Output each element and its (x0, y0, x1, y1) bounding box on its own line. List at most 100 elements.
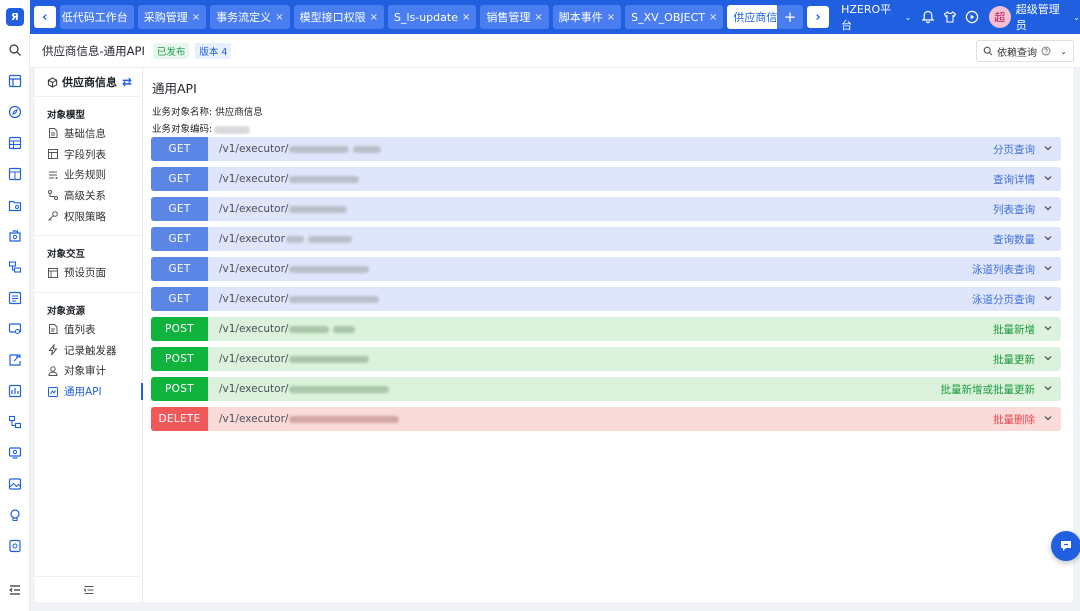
sidebar-item-value-list[interactable]: 值列表 (47, 319, 130, 340)
tab-8[interactable]: 供应商信息× (727, 5, 778, 29)
api-path-redacted (289, 265, 370, 273)
sidebar-group: 对象交互 预设页面 (35, 246, 142, 283)
sidebar-item-page[interactable]: 预设页面 (47, 262, 130, 283)
rail-monitor[interactable] (0, 313, 30, 344)
shirt-icon[interactable] (941, 8, 959, 26)
api-row[interactable]: POST/v1/executor/批量新增或批量更新 (151, 377, 1061, 401)
api-row[interactable]: POST/v1/executor/批量更新 (151, 347, 1061, 371)
rail-form[interactable] (0, 282, 30, 313)
rail-search[interactable] (0, 34, 30, 65)
bell-icon[interactable] (919, 8, 937, 26)
rail-menu-toggle[interactable] (0, 574, 30, 605)
rail-dashboard[interactable] (0, 65, 30, 96)
tab-1[interactable]: 采购管理 × (137, 5, 207, 29)
close-icon[interactable]: × (192, 12, 200, 23)
rail-image[interactable] (0, 468, 30, 499)
tab-label: S_ls-update (393, 10, 458, 24)
api-path: /v1/executor/ (219, 263, 370, 275)
close-icon[interactable]: × (709, 12, 717, 23)
tabs-prev-button[interactable]: ‹ (33, 6, 56, 28)
sidebar-item-relation[interactable]: 高级关系 (47, 185, 130, 206)
rail-plugin[interactable] (0, 499, 30, 530)
chevron-down-icon[interactable] (1043, 203, 1053, 216)
chevron-down-icon[interactable] (1043, 383, 1053, 396)
rail-screen[interactable] (0, 437, 30, 468)
chevron-down-icon[interactable] (1043, 263, 1053, 276)
chevron-down-icon[interactable] (1043, 323, 1053, 336)
close-icon[interactable]: × (370, 12, 378, 23)
rail-chart[interactable] (0, 375, 30, 406)
chevron-down-icon[interactable] (1043, 293, 1053, 306)
rail-grid[interactable] (0, 158, 30, 189)
collapse-sidebar-button[interactable] (35, 576, 143, 602)
tab-3[interactable]: 模型接口权限 × (293, 5, 384, 29)
tab-2[interactable]: 事务流定义 × (210, 5, 290, 29)
dependency-query-button[interactable]: 依赖查询 ⌄ (976, 40, 1074, 62)
api-row[interactable]: GET/v1/executor 查询数量 (151, 227, 1061, 251)
search-icon (9, 43, 21, 56)
chevron-down-icon[interactable] (1043, 233, 1053, 246)
plugin-icon (10, 508, 20, 521)
rail-folder[interactable] (0, 189, 30, 220)
api-row[interactable]: GET/v1/executor/列表查询 (151, 197, 1061, 221)
tab-4[interactable]: S_ls-update × (387, 5, 477, 29)
rail-compass[interactable] (0, 96, 30, 127)
add-tab-button[interactable]: + (777, 5, 804, 29)
rail-export[interactable] (0, 344, 30, 375)
image-icon (8, 477, 22, 490)
play-icon[interactable] (963, 8, 981, 26)
app-logo[interactable]: Я (0, 0, 30, 34)
api-row[interactable]: GET/v1/executor/泳道分页查询 (151, 287, 1061, 311)
rail-table[interactable] (0, 127, 30, 158)
sidebar-group: 对象资源 值列表 记录触发器 对象审计 通用API (35, 303, 143, 402)
sidebar-item-rule[interactable]: 业务规则 (47, 164, 130, 185)
tab-5[interactable]: 销售管理 × (480, 5, 549, 29)
avatar[interactable]: 超 (988, 6, 1011, 28)
api-path-text: /v1/executor/ (219, 353, 289, 365)
rail-layers[interactable] (0, 251, 30, 282)
sidebar-item-file[interactable]: 基础信息 (47, 123, 130, 144)
rail-device[interactable] (0, 530, 30, 561)
api-path: /v1/executor/ (219, 203, 348, 215)
switch-object-icon[interactable]: ⇄ (122, 75, 132, 89)
chevron-down-icon: ⌄ (1060, 46, 1067, 56)
api-row[interactable]: GET/v1/executor/泳道列表查询 (151, 257, 1061, 281)
sidebar-item-trigger[interactable]: 记录触发器 (47, 340, 130, 361)
folder-icon (8, 200, 22, 211)
api-row[interactable]: POST/v1/executor/批量新增 (151, 317, 1061, 341)
api-path-text: /v1/executor/ (219, 203, 289, 215)
rail-flow[interactable] (0, 406, 30, 437)
close-icon[interactable]: × (275, 12, 283, 23)
form-icon (8, 291, 22, 304)
chevron-down-icon[interactable] (1043, 173, 1053, 186)
close-icon[interactable]: × (462, 12, 470, 23)
api-path-redacted (289, 145, 350, 153)
sidebar-item-key[interactable]: 权限策略 (47, 206, 130, 227)
api-path-redacted (289, 175, 360, 183)
sidebar-item-list[interactable]: 字段列表 (47, 144, 130, 165)
api-path-redacted (289, 355, 370, 363)
chevron-down-icon[interactable] (1043, 353, 1053, 366)
user-chevron-down-icon[interactable]: ⌄ (1073, 13, 1080, 22)
username[interactable]: 超级管理员 (1016, 1, 1071, 33)
api-row[interactable]: GET/v1/executor/分页查询 (151, 137, 1061, 161)
api-row[interactable]: DELETE/v1/executor/批量删除 (151, 407, 1061, 431)
sidebar-item-audit[interactable]: 对象审计 (47, 361, 130, 382)
chevron-down-icon[interactable] (1043, 413, 1053, 426)
close-icon[interactable]: × (607, 12, 615, 23)
api-row[interactable]: GET/v1/executor/查询详情 (151, 167, 1061, 191)
rail-box[interactable] (0, 220, 30, 251)
export-icon (9, 353, 21, 366)
close-icon[interactable]: × (534, 12, 542, 23)
sidebar-divider (35, 235, 142, 237)
platform-switcher[interactable]: HZERO平台 ⌄ (841, 1, 911, 33)
tab-7[interactable]: S_XV_OBJECT × (625, 5, 724, 29)
assistant-button[interactable] (1051, 531, 1080, 561)
tabs-next-button[interactable]: › (807, 6, 830, 28)
sidebar-item-api[interactable]: 通用API (47, 381, 143, 402)
sidebar-group-title: 对象资源 (47, 306, 86, 318)
tab-0[interactable]: 低代码工作台 (59, 5, 134, 29)
chevron-down-icon[interactable] (1043, 143, 1053, 156)
tab-6[interactable]: 脚本事件 × (552, 5, 622, 29)
tab-label: S_XV_OBJECT (631, 10, 705, 24)
